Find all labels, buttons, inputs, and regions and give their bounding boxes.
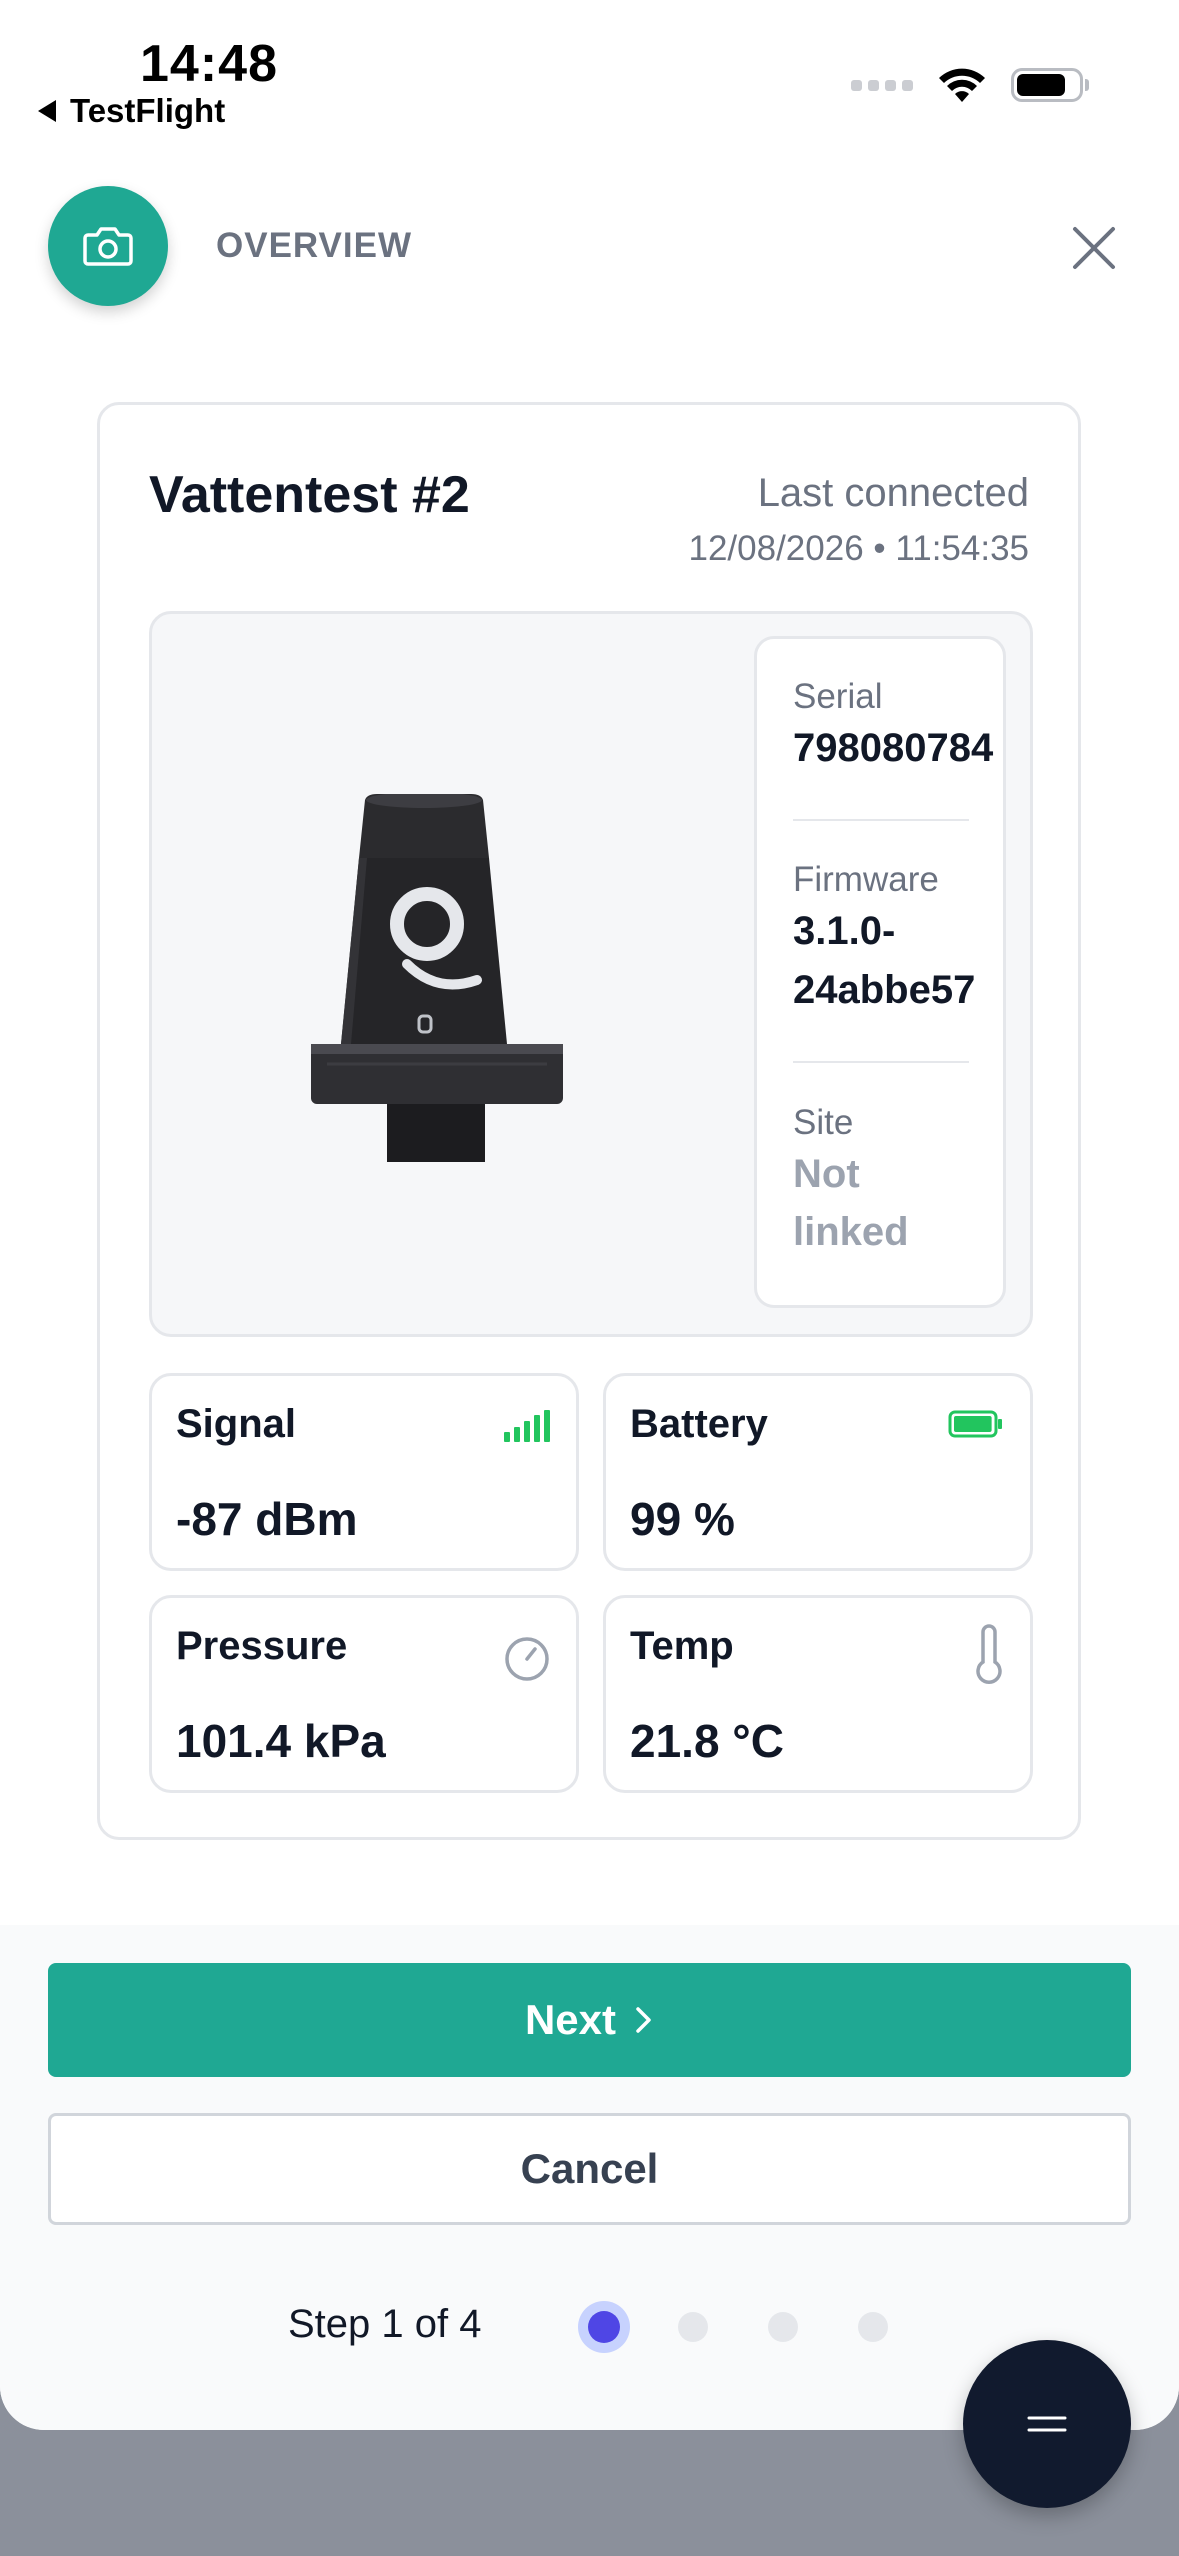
temp-metric-card: Temp 21.8 °C <box>603 1595 1033 1793</box>
camera-icon <box>83 227 133 266</box>
temp-value: 21.8 °C <box>630 1715 784 1767</box>
cancel-button[interactable]: Cancel <box>48 2113 1131 2225</box>
back-app-label: TestFlight <box>70 92 226 129</box>
gauge-icon <box>505 1637 549 1681</box>
step-indicator-text: Step 1 of 4 <box>288 2302 482 2346</box>
menu-fab-button[interactable] <box>963 2340 1131 2508</box>
device-image <box>311 794 563 1162</box>
thermometer-icon <box>976 1624 1002 1684</box>
back-to-app-link[interactable]: TestFlight <box>38 92 225 130</box>
pressure-metric-card: Pressure 101.4 kPa <box>149 1595 579 1793</box>
serial-label: Serial <box>793 677 883 716</box>
status-indicators <box>851 66 1089 104</box>
last-connected-label: Last connected <box>757 471 1029 515</box>
step-dot-1 <box>588 2311 620 2343</box>
menu-icon <box>1027 2416 1067 2432</box>
device-info-box: Serial 798080784 Firmware 3.1.0- 24abbe5… <box>754 636 1006 1308</box>
camera-button[interactable] <box>48 186 168 306</box>
serial-value: 798080784 <box>793 726 994 770</box>
next-button[interactable]: Next <box>48 1963 1131 2077</box>
status-time: 14:48 <box>140 35 278 93</box>
close-icon <box>1073 227 1115 269</box>
signal-label: Signal <box>176 1402 297 1446</box>
site-value-line2: linked <box>793 1210 909 1254</box>
battery-icon <box>948 1410 1002 1438</box>
cellular-signal-icon <box>851 79 913 91</box>
firmware-label: Firmware <box>793 860 939 899</box>
signal-metric-card: Signal -87 dBm <box>149 1373 579 1571</box>
cancel-button-label: Cancel <box>520 2145 659 2192</box>
pressure-label: Pressure <box>176 1624 348 1668</box>
device-panel: Serial 798080784 Firmware 3.1.0- 24abbe5… <box>149 611 1033 1337</box>
firmware-value-line1: 3.1.0- <box>793 909 896 953</box>
step-dot-2 <box>678 2312 708 2342</box>
battery-metric-card: Battery 99 % <box>603 1373 1033 1571</box>
step-dot-3 <box>768 2312 798 2342</box>
last-connected-value: 12/08/2026 • 11:54:35 <box>688 529 1029 568</box>
divider <box>793 819 969 821</box>
battery-value: 99 % <box>630 1493 735 1545</box>
device-card: Vattentest #2 Last connected 12/08/2026 … <box>97 402 1081 1840</box>
firmware-value-line2: 24abbe57 <box>793 968 976 1012</box>
status-battery-icon <box>1011 68 1089 102</box>
next-button-label: Next <box>524 1996 617 2043</box>
overview-sheet: 14:48 TestFlight OVERVIEW Vattentest #2 <box>0 0 1179 2430</box>
page-title: OVERVIEW <box>216 226 413 265</box>
device-name: Vattentest #2 <box>149 466 470 524</box>
step-dot-4 <box>858 2312 888 2342</box>
chevron-right-icon <box>636 2007 651 2033</box>
wifi-icon <box>939 68 985 102</box>
pressure-value: 101.4 kPa <box>176 1715 386 1767</box>
battery-label: Battery <box>630 1402 768 1446</box>
site-label: Site <box>793 1103 854 1142</box>
site-value-line1: Not <box>793 1152 860 1196</box>
back-arrow-icon <box>38 100 56 122</box>
signal-bars-icon <box>504 1410 550 1442</box>
divider <box>793 1061 969 1063</box>
temp-label: Temp <box>630 1624 734 1668</box>
close-button[interactable] <box>1064 218 1124 278</box>
signal-value: -87 dBm <box>176 1493 358 1545</box>
